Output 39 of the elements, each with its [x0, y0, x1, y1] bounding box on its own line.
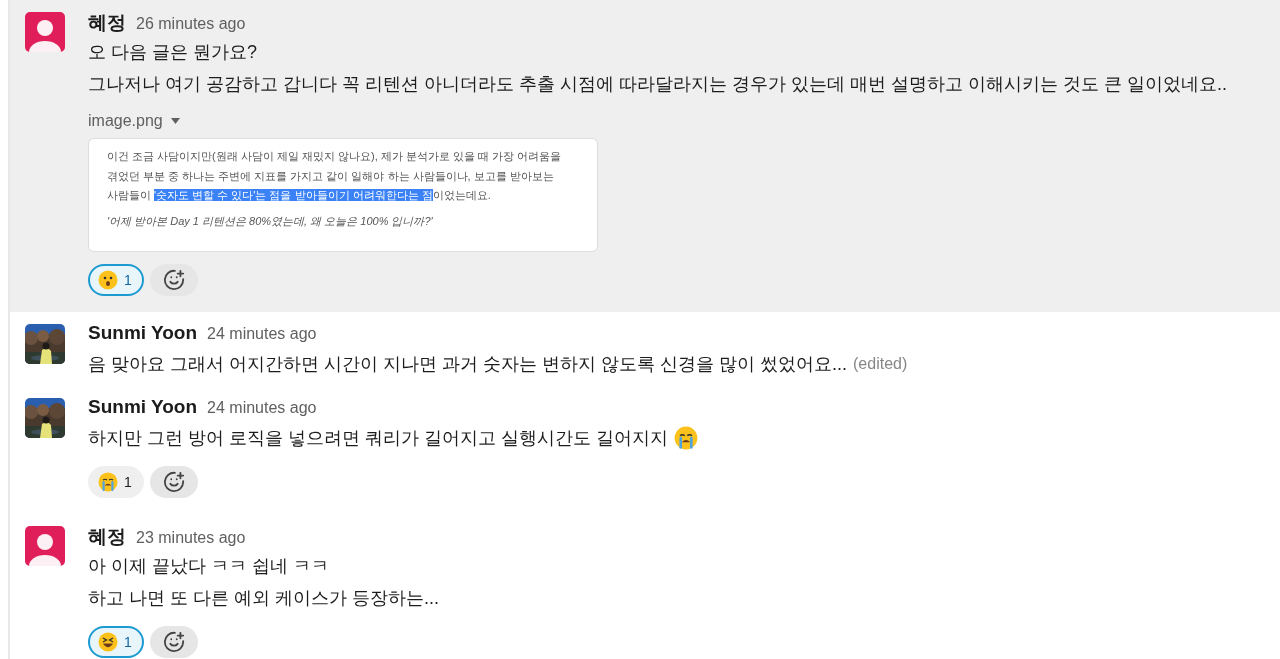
timestamp[interactable]: 24 minutes ago	[207, 325, 317, 343]
preview-text: 이건 조금 사담이지만(원래 사담이 제일 재밌지 않나요), 제가 분석가로 있을 때 가장 어려움을	[107, 150, 562, 162]
preview-text: 겪었던 부분 중 하나는 주변에 지표를 가지고 같이 일해야 하는 사람들이나, 보고를 받아보는	[107, 169, 554, 182]
add-reaction-button[interactable]	[150, 626, 198, 658]
laughing-emoji-icon	[98, 632, 118, 652]
reaction-pill[interactable]: 1	[88, 466, 144, 498]
reaction-pill[interactable]: 1	[88, 264, 144, 296]
add-reaction-button[interactable]	[150, 466, 198, 498]
add-emoji-icon	[163, 631, 185, 653]
message-text: 그나저나 여기 공감하고 갑니다 꼭 리텐션 아니더라도 추출 시점에 따라달라지는 경우가 있는데 매번 설명하고 이해시키는 것도 큰 일이었네요..	[88, 73, 1228, 96]
preview-text: 이었는데요.	[432, 189, 491, 201]
preview-text: '어제 받아본 Day 1 리텐션은 80%였는데, 왜 오늘은 100% 입니까?'	[107, 214, 433, 227]
message-text: 하지만 그런 방어 로직을 넣으려면 쿼리가 길어지고 실행시간도 길어지지	[88, 427, 668, 450]
file-name-toggle[interactable]: image.png	[88, 112, 180, 130]
add-emoji-icon	[163, 269, 185, 291]
message-text: 아 이제 끝났다 ㅋㅋ 쉽네 ㅋㅋ	[88, 555, 330, 578]
edited-label: (edited)	[853, 354, 908, 374]
message-text: 오 다음 글은 뭔가요?	[88, 41, 258, 64]
image-preview[interactable]: 이건 조금 사담이지만(원래 사담이 제일 재밌지 않나요), 제가 분석가로 있을 때 가장 어려움을 겪었던 부분 중 하나는 주변에 지표를 가지고 같이 일해야 하는 사람들이나, 보고를 받아보는 사람들이 '숫자도 변할 수 있다'는 점을 받아들이기 어려워한다는 점이었는데요. '어제 받아본 Day 1 리텐션은 80%였는데, 왜 오늘은 100% 입니까?'	[88, 138, 598, 252]
selected-text: '숫자도 변할 수 있다'는 점을 받아들이기 어려워한다는 점	[154, 189, 433, 201]
message-text: 음 맞아요 그래서 어지간하면 시간이 지나면 과거 숫자는 변하지 않도록 신경을 많이 썼었어요...	[88, 353, 847, 376]
author-name[interactable]: Sunmi Yoon	[88, 322, 198, 344]
author-name[interactable]: Sunmi Yoon	[88, 396, 198, 418]
timestamp[interactable]: 23 minutes ago	[136, 529, 246, 547]
preview-text: 사람들이	[107, 189, 152, 201]
add-emoji-icon	[163, 471, 185, 493]
author-name[interactable]: 혜정	[88, 524, 126, 550]
crying-emoji-icon	[674, 426, 698, 450]
surprised-emoji-icon	[98, 270, 118, 290]
crying-emoji-icon	[98, 472, 118, 492]
avatar-icon	[25, 526, 65, 566]
timestamp[interactable]: 24 minutes ago	[207, 399, 317, 417]
author-name[interactable]: 혜정	[88, 10, 126, 36]
message-text: 하고 나면 또 다른 예외 케이스가 등장하는...	[88, 587, 439, 610]
avatar-icon	[25, 12, 65, 52]
timestamp[interactable]: 26 minutes ago	[136, 15, 246, 33]
reaction-pill[interactable]: 1	[88, 626, 144, 658]
add-reaction-button[interactable]	[150, 264, 198, 296]
caret-icon	[170, 118, 180, 124]
